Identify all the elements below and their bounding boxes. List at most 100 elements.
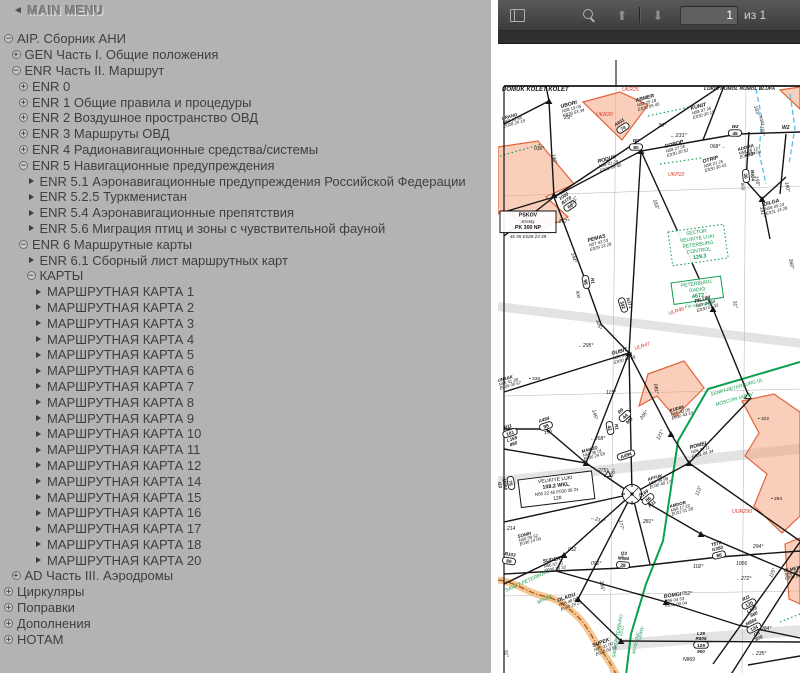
expand-arrow-icon[interactable] [36,431,41,437]
tree-item-label[interactable]: МАРШРУТНАЯ КАРТА 5 [47,347,194,362]
main-menu-button[interactable]: ◄ MAIN MENU [0,0,491,24]
tree-item[interactable]: +Циркуляры [0,584,491,600]
tree-item[interactable]: МАРШРУТНАЯ КАРТА 17 [0,521,491,537]
expand-arrow-icon[interactable] [36,447,41,453]
expand-arrow-icon[interactable] [36,383,41,389]
expand-plus-icon[interactable]: + [19,113,28,122]
tree-item[interactable]: МАРШРУТНАЯ КАРТА 20 [0,552,491,568]
expand-arrow-icon[interactable] [29,257,34,263]
tree-item[interactable]: +НОТАМ [0,631,491,647]
tree-item-label[interactable]: Дополнения [17,616,91,631]
expand-arrow-icon[interactable] [36,289,41,295]
tree-item[interactable]: +AD Часть III. Аэродромы [0,568,491,584]
expand-plus-icon[interactable]: + [19,129,28,138]
tree-item[interactable]: МАРШРУТНАЯ КАРТА 8 [0,394,491,410]
tree-item-label[interactable]: МАРШРУТНАЯ КАРТА 15 [47,490,201,505]
tree-item[interactable]: МАРШРУТНАЯ КАРТА 1 [0,284,491,300]
expand-arrow-icon[interactable] [29,210,34,216]
tree-item[interactable]: МАРШРУТНАЯ КАРТА 16 [0,505,491,521]
expand-plus-icon[interactable]: + [19,82,28,91]
tree-item[interactable]: + ENR 3 Маршруты ОВД [0,126,491,142]
tree-item-label[interactable]: МАРШРУТНАЯ КАРТА 4 [47,332,194,347]
expand-plus-icon[interactable]: + [12,50,21,59]
expand-plus-icon[interactable]: + [19,98,28,107]
expand-arrow-icon[interactable] [36,462,41,468]
tree-item-label[interactable]: Циркуляры [17,584,84,599]
tree-item-label[interactable]: ENR 6 Маршрутные карты [32,237,192,252]
tree-item[interactable]: ENR 6.1 Сборный лист маршрутных карт [0,252,491,268]
expand-arrow-icon[interactable] [36,494,41,500]
collapse-minus-icon[interactable]: − [19,240,28,249]
tree-item-label[interactable]: МАРШРУТНАЯ КАРТА 6 [47,363,194,378]
tree-item-label[interactable]: ENR Часть II. Маршрут [25,63,165,78]
next-page-button[interactable]: ⬇ [646,4,670,26]
tree-item[interactable]: −AIP. Сборник АНИ [0,31,491,47]
tree-item-label[interactable]: НОТАМ [17,632,64,647]
tree-item-label[interactable]: ENR 3 Маршруты ОВД [32,126,170,141]
tree-item-label[interactable]: МАРШРУТНАЯ КАРТА 8 [47,395,194,410]
expand-arrow-icon[interactable] [36,368,41,374]
tree-item[interactable]: МАРШРУТНАЯ КАРТА 18 [0,537,491,553]
tree-item-label[interactable]: GEN Часть I. Общие положения [25,47,219,62]
tree-item-label[interactable]: МАРШРУТНАЯ КАРТА 14 [47,474,201,489]
previous-page-button[interactable]: ⬆ [610,4,634,26]
tree-item[interactable]: МАРШРУТНАЯ КАРТА 3 [0,315,491,331]
expand-plus-icon[interactable]: + [4,619,13,628]
tree-item[interactable]: МАРШРУТНАЯ КАРТА 10 [0,426,491,442]
tree-item[interactable]: + GEN Часть I. Общие положения [0,47,491,63]
collapse-minus-icon[interactable]: − [27,271,36,280]
expand-arrow-icon[interactable] [29,225,34,231]
sidebar-toggle-button[interactable] [505,4,529,26]
tree-item[interactable]: МАРШРУТНАЯ КАРТА 2 [0,300,491,316]
tree-item-label[interactable]: КАРТЫ [40,268,84,283]
tree-item[interactable]: МАРШРУТНАЯ КАРТА 9 [0,410,491,426]
expand-arrow-icon[interactable] [36,526,41,532]
tree-item[interactable]: + Поправки [0,600,491,616]
tree-item[interactable]: МАРШРУТНАЯ КАРТА 7 [0,379,491,395]
tree-item[interactable]: +ENR 4 Радионавигационные средства/систе… [0,142,491,158]
expand-arrow-icon[interactable] [36,415,41,421]
find-button[interactable] [574,4,598,26]
expand-arrow-icon[interactable] [36,304,41,310]
tree-item-label[interactable]: МАРШРУТНАЯ КАРТА 17 [47,521,201,536]
tree-item[interactable]: МАРШРУТНАЯ КАРТА 6 [0,363,491,379]
tree-item[interactable]: МАРШРУТНАЯ КАРТА 5 [0,347,491,363]
tree-item-label[interactable]: ENR 5 Навигационные предупреждения [32,158,275,173]
collapse-minus-icon[interactable]: − [19,161,28,170]
expand-arrow-icon[interactable] [36,510,41,516]
tree-item-label[interactable]: МАРШРУТНАЯ КАРТА 11 [47,442,200,457]
collapse-minus-icon[interactable]: − [12,66,21,75]
tree-item-label[interactable]: ENR 5.1 Аэронавигационные предупреждения… [40,174,466,189]
panel-divider[interactable] [491,0,498,673]
tree-item[interactable]: ENR 5.4 Аэронавигационные препятствия [0,205,491,221]
expand-plus-icon[interactable]: + [4,603,13,612]
tree-item-label[interactable]: МАРШРУТНАЯ КАРТА 2 [47,300,194,315]
tree-item-label[interactable]: МАРШРУТНАЯ КАРТА 16 [47,505,201,520]
tree-item-label[interactable]: ENR 0 [32,79,70,94]
tree-item[interactable]: + Дополнения [0,615,491,631]
tree-item[interactable]: ENR 5.2.5 Туркменистан [0,189,491,205]
tree-item[interactable]: +ENR 2 Воздушное пространство ОВД [0,110,491,126]
tree-item[interactable]: МАРШРУТНАЯ КАРТА 11 [0,442,491,458]
tree-item-label[interactable]: ENR 5.2.5 Туркменистан [40,189,187,204]
page-number-input[interactable] [680,6,738,25]
tree-item-label[interactable]: МАРШРУТНАЯ КАРТА 3 [47,316,194,331]
tree-item-label[interactable]: Поправки [17,600,75,615]
expand-plus-icon[interactable]: + [12,571,21,580]
expand-arrow-icon[interactable] [36,557,41,563]
tree-item-label[interactable]: МАРШРУТНАЯ КАРТА 10 [47,426,201,441]
tree-item-label[interactable]: AIP. Сборник АНИ [17,31,126,46]
expand-arrow-icon[interactable] [36,320,41,326]
expand-arrow-icon[interactable] [36,478,41,484]
expand-arrow-icon[interactable] [36,399,41,405]
tree-item[interactable]: +ENR 1 Общие правила и процедуры [0,94,491,110]
tree-item[interactable]: −ENR 6 Маршрутные карты [0,236,491,252]
tree-item-label[interactable]: МАРШРУТНАЯ КАРТА 9 [47,411,194,426]
expand-arrow-icon[interactable] [29,194,34,200]
tree-item[interactable]: МАРШРУТНАЯ КАРТА 15 [0,489,491,505]
tree-item-label[interactable]: ENR 5.6 Миграция птиц и зоны с чувствите… [40,221,386,236]
tree-item-label[interactable]: МАРШРУТНАЯ КАРТА 12 [47,458,201,473]
tree-item[interactable]: + ENR 0 [0,78,491,94]
tree-item-label[interactable]: МАРШРУТНАЯ КАРТА 1 [47,284,194,299]
tree-item[interactable]: ENR 5.6 Миграция птиц и зоны с чувствите… [0,221,491,237]
